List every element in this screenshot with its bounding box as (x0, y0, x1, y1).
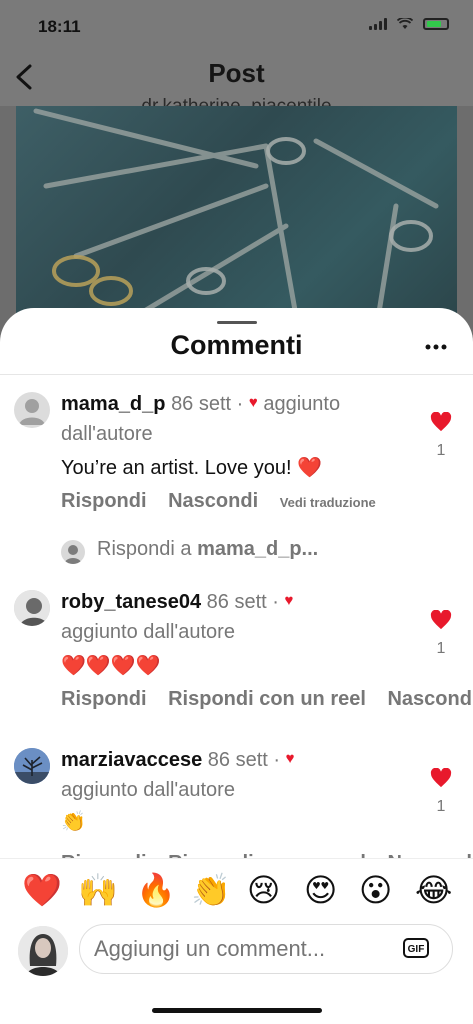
page-title: Post (208, 58, 265, 88)
comment-text: ❤️❤️❤️❤️ (61, 655, 161, 677)
cellular-signal-icon (369, 18, 387, 30)
like-count: 1 (436, 442, 446, 459)
reply-button[interactable]: Rispondi (61, 490, 147, 512)
avatar[interactable] (14, 590, 50, 626)
emoji-raising-hands[interactable]: 🙌 (78, 871, 118, 909)
post-image[interactable] (16, 106, 457, 331)
reply-with-reel-button[interactable]: Rispondi con un reel (168, 688, 366, 710)
reply-to-label: Rispondi a (97, 538, 198, 560)
author-like-heart-icon: ♥ (285, 750, 295, 767)
like-heart-icon[interactable] (430, 768, 452, 788)
hide-button[interactable]: Nascondi (168, 490, 258, 512)
like-count: 1 (436, 798, 446, 815)
wifi-icon (397, 18, 413, 29)
comment-age: 86 sett (206, 591, 267, 613)
comment-body: mama_d_p 86 sett · ♥ aggiunto dall'autor… (61, 390, 391, 482)
reply-avatar (61, 540, 85, 564)
reply-to-username: mama_d_p... (197, 538, 319, 560)
status-bar: 18:11 (0, 0, 473, 52)
like-heart-icon[interactable] (430, 412, 452, 432)
see-translation-button[interactable]: Vedi traduzione (280, 495, 376, 510)
author-liked-label: aggiunto dall'autore (61, 779, 235, 801)
sheet-title: Commenti (170, 330, 303, 360)
battery-icon (423, 18, 449, 30)
author-like-heart-icon: ♥ (284, 592, 294, 609)
reply-to-prompt[interactable]: Rispondi a mama_d_p... (97, 538, 318, 561)
user-avatar-icon (14, 748, 50, 784)
comment-body: roby_tanese04 86 sett · ♥ aggiunto dall'… (61, 588, 391, 680)
user-avatar-icon (14, 590, 50, 626)
user-avatar-icon (64, 545, 82, 564)
avatar[interactable] (14, 392, 50, 428)
author-like-heart-icon: ♥ (248, 394, 258, 411)
more-options-icon[interactable] (425, 344, 447, 350)
default-avatar-icon (19, 399, 45, 425)
avatar[interactable] (14, 748, 50, 784)
reply-button[interactable]: Rispondi (61, 688, 147, 710)
gif-button[interactable]: GIF (403, 938, 429, 958)
emoji-quick-bar: ❤️ 🙌 🔥 👏 😢 😍 😮 😂 (0, 858, 473, 921)
current-user-avatar (18, 926, 68, 976)
like-count: 1 (436, 640, 446, 657)
emoji-tears-of-joy[interactable]: 😂 (415, 871, 452, 909)
hide-button[interactable]: Nascondi (387, 688, 473, 710)
comment-username[interactable]: marziavaccese (61, 749, 202, 771)
emoji-fire[interactable]: 🔥 (136, 871, 176, 909)
like-heart-icon[interactable] (430, 610, 452, 630)
author-liked-label: aggiunto dall'autore (61, 621, 235, 643)
comment-actions: Rispondi Nascondi Vedi traduzione (61, 490, 392, 513)
comment-age: 86 sett (171, 393, 232, 415)
emoji-clapping-hands[interactable]: 👏 (191, 871, 231, 909)
emoji-crying-face[interactable]: 😢 (247, 871, 280, 909)
user-avatar-icon (18, 926, 68, 976)
home-indicator (152, 1008, 322, 1013)
sheet-grabber[interactable] (217, 321, 257, 324)
comment-username[interactable]: mama_d_p (61, 393, 166, 415)
comment-text: You’re an artist. Love you! ❤️ (61, 457, 322, 479)
comment-age: 86 sett (207, 749, 268, 771)
comment-text: 👏 (61, 811, 86, 833)
emoji-heart-eyes[interactable]: 😍 (304, 871, 337, 909)
comment-body: marziavaccese 86 sett · ♥ aggiunto dall'… (61, 746, 391, 836)
status-icons (369, 18, 449, 30)
divider (0, 374, 473, 375)
surgical-instruments-illustration (33, 108, 439, 331)
emoji-red-heart[interactable]: ❤️ (22, 871, 62, 909)
emoji-surprised-face[interactable]: 😮 (359, 871, 392, 909)
status-time: 18:11 (38, 17, 81, 36)
comment-input[interactable] (79, 924, 453, 974)
comment-username[interactable]: roby_tanese04 (61, 591, 201, 613)
comment-composer: GIF (0, 920, 473, 1000)
comment-actions: Rispondi Rispondi con un reel Nascondi (61, 688, 473, 711)
